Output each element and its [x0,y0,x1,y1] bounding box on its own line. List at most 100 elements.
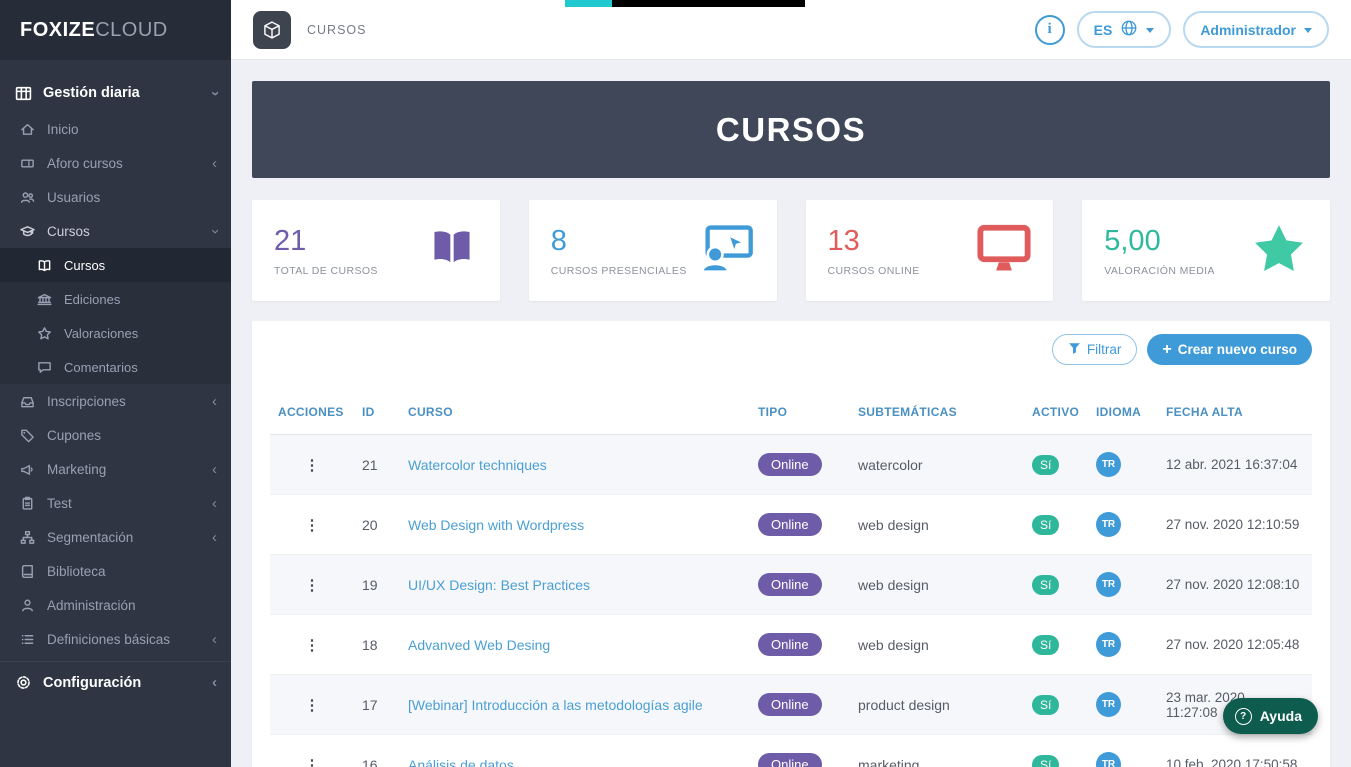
tipo-badge: Online [758,573,822,596]
sidebar-item-label: Definiciones básicas [47,632,170,647]
sidebar-section-configuracion[interactable]: Configuración ‹ [0,661,231,699]
users-icon [19,190,36,205]
book-icon [36,258,53,273]
course-id: 21 [354,435,400,495]
inbox-icon [19,394,36,409]
chevron-left-icon: ‹ [212,675,217,690]
sidebar-section-label: Configuración [43,675,141,691]
create-course-button[interactable]: + Crear nuevo curso [1147,334,1312,365]
course-id: 20 [354,495,400,555]
help-button-label: Ayuda [1260,708,1302,724]
sidebar-item-administracion[interactable]: Administración [0,588,231,622]
row-actions-button[interactable]: ⋮ [299,577,326,594]
sidebar-item-usuarios[interactable]: Usuarios [0,180,231,214]
tag-icon [19,428,36,443]
stat-card-valoracion-media: 5,00 VALORACIÓN MEDIA [1082,200,1330,301]
table-toolbar: Filtrar + Crear nuevo curso [270,334,1312,365]
course-id: 16 [354,735,400,767]
sidebar-item-aforo-cursos[interactable]: Aforo cursos ‹ [0,146,231,180]
header-id[interactable]: ID [354,397,400,435]
topbar: CURSOS i ES Administrador [231,0,1351,60]
stat-value: 5,00 [1104,225,1215,258]
course-id: 19 [354,555,400,615]
sidebar-item-definiciones-basicas[interactable]: Definiciones básicas ‹ [0,622,231,656]
user-menu-label: Administrador [1200,22,1296,38]
course-id: 18 [354,615,400,675]
grid-icon [15,85,32,102]
sidebar-item-cupones[interactable]: Cupones [0,418,231,452]
idioma-badge: TR [1096,572,1121,597]
graduation-cap-icon [19,224,36,239]
header-acciones[interactable]: ACCIONES [270,397,354,435]
fecha-alta-value: 12 abr. 2021 16:37:04 [1158,435,1312,495]
question-mark-icon: ? [1235,708,1252,725]
idioma-badge: TR [1096,632,1121,657]
sidebar-item-label: Usuarios [47,190,100,205]
course-link[interactable]: Análisis de datos [408,757,514,767]
presenter-screen-icon [699,223,755,278]
course-link[interactable]: Web Design with Wordpress [408,517,584,533]
sidebar-nav: Gestión diaria ‹ Inicio Aforo cursos ‹ U… [0,60,231,767]
sidebar-subitem-cursos[interactable]: Cursos [0,248,231,282]
sidebar-item-label: Aforo cursos [47,156,123,171]
subtematicas-value: marketing [850,735,1024,767]
header-fecha-alta[interactable]: FECHA ALTA [1158,397,1312,435]
user-menu-button[interactable]: Administrador [1183,11,1329,48]
sidebar-item-inscripciones[interactable]: Inscripciones ‹ [0,384,231,418]
sidebar-item-label: Segmentación [47,530,133,545]
sidebar-item-inicio[interactable]: Inicio [0,112,231,146]
course-link[interactable]: [Webinar] Introducción a las metodología… [408,697,703,713]
sidebar-item-segmentacion[interactable]: Segmentación ‹ [0,520,231,554]
stat-label: TOTAL DE CURSOS [274,265,378,277]
row-actions-button[interactable]: ⋮ [299,757,326,767]
header-tipo[interactable]: TIPO [750,397,850,435]
sidebar-subitem-valoraciones[interactable]: Valoraciones [0,316,231,350]
content-area: CURSOS 21 TOTAL DE CURSOS 8 CURSOS PRESE… [231,60,1351,767]
globe-icon [1120,19,1138,40]
sidebar-submenu-cursos: Cursos Ediciones Valoraciones Comentario… [0,248,231,384]
tipo-badge: Online [758,633,822,656]
filter-button-label: Filtrar [1087,342,1122,357]
sidebar-item-cursos[interactable]: Cursos ‹ [0,214,231,248]
star-icon [1250,221,1308,281]
info-icon: i [1048,21,1052,38]
chevron-left-icon: ‹ [212,530,217,545]
sitemap-icon [19,530,36,545]
stat-value: 8 [551,225,687,258]
sidebar-item-label: Administración [47,598,136,613]
idioma-badge: TR [1096,512,1121,537]
course-link[interactable]: Watercolor techniques [408,457,547,473]
sidebar-section-gestion-diaria[interactable]: Gestión diaria ‹ [0,74,231,112]
courses-panel: Filtrar + Crear nuevo curso ACCIONES [252,321,1330,767]
logo-light: CLOUD [95,19,168,42]
row-actions-button[interactable]: ⋮ [299,637,326,654]
chevron-down-icon [1304,28,1312,33]
table-header-row: ACCIONES ID CURSO TIPO SUBTEMÁTICAS ACTI… [270,397,1312,435]
sidebar-item-biblioteca[interactable]: Biblioteca [0,554,231,588]
language-selector[interactable]: ES [1077,11,1172,48]
sidebar-subitem-ediciones[interactable]: Ediciones [0,282,231,316]
brand-logo[interactable]: FOXIZECLOUD [0,0,231,60]
filter-button[interactable]: Filtrar [1052,334,1138,365]
row-actions-button[interactable]: ⋮ [299,457,326,474]
module-cube-icon[interactable] [253,11,291,49]
gear-icon [15,674,32,691]
help-button[interactable]: ? Ayuda [1223,698,1318,734]
row-actions-button[interactable]: ⋮ [299,517,326,534]
stat-card-cursos-online: 13 CURSOS ONLINE [806,200,1054,301]
header-subtematicas[interactable]: SUBTEMÁTICAS [850,397,1024,435]
header-idioma[interactable]: IDIOMA [1088,397,1158,435]
sidebar-item-marketing[interactable]: Marketing ‹ [0,452,231,486]
progress-bar-artifact [565,0,805,7]
sidebar-subitem-comentarios[interactable]: Comentarios [0,350,231,384]
course-link[interactable]: Advanved Web Desing [408,637,550,653]
info-button[interactable]: i [1035,15,1065,45]
stat-value: 21 [274,225,378,258]
monitor-icon [977,224,1031,277]
sidebar-item-label: Cursos [47,224,90,239]
course-link[interactable]: UI/UX Design: Best Practices [408,577,590,593]
row-actions-button[interactable]: ⋮ [299,697,326,714]
header-activo[interactable]: ACTIVO [1024,397,1088,435]
sidebar-item-test[interactable]: Test ‹ [0,486,231,520]
header-curso[interactable]: CURSO [400,397,750,435]
